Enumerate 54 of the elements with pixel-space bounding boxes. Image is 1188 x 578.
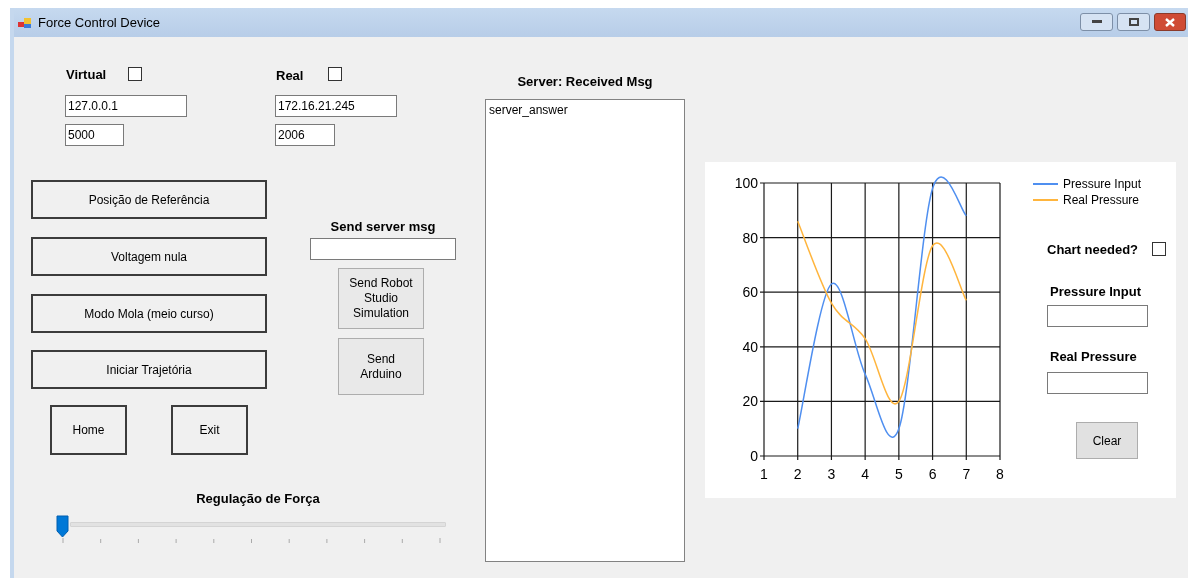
axis-tick-label: 100 bbox=[734, 175, 758, 191]
legend-label: Real Pressure bbox=[1063, 193, 1140, 207]
field-label: Pressure Input bbox=[1050, 285, 1142, 298]
app-icon bbox=[18, 16, 32, 29]
slider-thumb[interactable] bbox=[56, 515, 69, 538]
minimize-icon bbox=[1091, 20, 1102, 24]
list-item[interactable]: server_answer bbox=[489, 103, 684, 118]
legend-label: Pressure Input bbox=[1063, 177, 1142, 191]
text-field[interactable] bbox=[1047, 372, 1148, 394]
connection-label: Virtual bbox=[66, 68, 107, 81]
connection-label: Real bbox=[276, 69, 304, 82]
axis-tick-label: 1 bbox=[760, 466, 768, 482]
slider-track[interactable] bbox=[70, 522, 446, 527]
text-field[interactable]: 172.16.21.245 bbox=[275, 95, 397, 117]
command-button[interactable]: Voltagem nula bbox=[31, 237, 267, 276]
command-button[interactable]: Posição de Referência bbox=[31, 180, 267, 219]
command-button[interactable]: Modo Mola (meio curso) bbox=[31, 294, 267, 333]
checkbox[interactable] bbox=[128, 67, 142, 81]
close-icon bbox=[1165, 17, 1175, 27]
restore-icon bbox=[1128, 18, 1139, 26]
axis-tick-label: 2 bbox=[793, 466, 802, 482]
checkbox[interactable] bbox=[328, 67, 342, 81]
field-label: Real Pressure bbox=[1050, 350, 1137, 363]
axis-tick-label: 5 bbox=[894, 466, 903, 482]
maximize-button[interactable] bbox=[1117, 13, 1150, 31]
axis-tick-label: 8 bbox=[996, 466, 1004, 482]
section-label: Server: Received Msg bbox=[516, 75, 654, 88]
close-button[interactable] bbox=[1154, 13, 1186, 31]
section-label: Send server msg bbox=[329, 220, 437, 233]
axis-tick-label: 60 bbox=[742, 284, 758, 301]
checkbox[interactable] bbox=[1152, 242, 1166, 256]
text-field[interactable] bbox=[310, 238, 456, 260]
action-button[interactable]: Exit bbox=[171, 405, 248, 455]
checkbox-label: Chart needed? bbox=[1047, 243, 1138, 256]
send-button[interactable]: Send Robot Studio Simulation bbox=[338, 268, 424, 329]
axis-tick-label: 3 bbox=[827, 466, 836, 482]
action-button[interactable]: Home bbox=[50, 405, 127, 455]
send-button[interactable]: Send Arduino bbox=[338, 338, 424, 395]
axis-tick-label: 7 bbox=[962, 466, 971, 482]
axis-tick-label: 0 bbox=[750, 448, 758, 464]
window-title: Force Control Device bbox=[38, 13, 161, 32]
text-field[interactable]: 5000 bbox=[65, 124, 124, 146]
axis-tick-label: 40 bbox=[742, 338, 758, 355]
axis-tick-label: 4 bbox=[861, 466, 870, 482]
axis-tick-label: 80 bbox=[742, 229, 758, 246]
text-field[interactable]: 127.0.0.1 bbox=[65, 95, 187, 117]
clear-button[interactable]: Clear bbox=[1076, 422, 1138, 459]
axis-tick-label: 6 bbox=[928, 466, 937, 482]
command-button[interactable]: Iniciar Trajetória bbox=[31, 350, 267, 389]
text-field[interactable]: 2006 bbox=[275, 124, 335, 146]
text-field[interactable] bbox=[1047, 305, 1148, 327]
minimize-button[interactable] bbox=[1080, 13, 1113, 31]
slider-label: Regulação de Força bbox=[195, 492, 321, 505]
axis-tick-label: 20 bbox=[742, 393, 758, 410]
